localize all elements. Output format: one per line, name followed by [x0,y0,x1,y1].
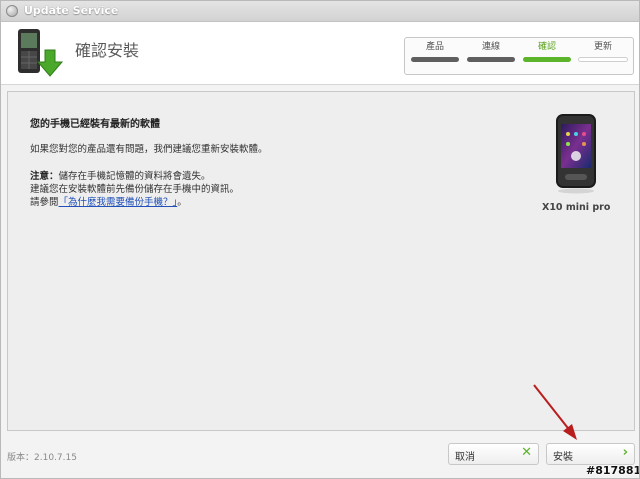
install-button-label: 安裝 [553,452,573,463]
version-label: 版本：2.10.7.15 [7,453,77,463]
step-update: 更新 [578,42,628,62]
device-image [556,114,596,194]
install-button[interactable]: 安裝 › [546,443,635,465]
step-label: 更新 [593,42,612,52]
step-bar [467,57,515,62]
step-confirm: 確認 [522,42,572,62]
cancel-button-label: 取消 [455,452,475,463]
step-bar [411,57,459,62]
close-x-icon: ✕ [521,445,532,460]
content-headline: 您的手機已經裝有最新的軟體 [30,119,160,130]
app-title: Update Service [24,4,119,17]
step-connect: 連線 [466,42,516,62]
backup-help-link[interactable]: 「為什麼我需要備份手機？」 [59,197,178,208]
device-name: X10 mini pro [542,202,611,213]
title-bar: Update Service [1,1,639,22]
step-bar [523,57,571,62]
header: 確認安裝 產品 連線 確認 更新 [1,22,639,85]
step-progress: 產品 連線 確認 更新 [404,37,634,75]
step-product: 產品 [410,42,460,62]
content-line-3: 建議您在安裝軟體前先備份儲存在手機中的資訊。 [30,184,240,195]
line4-prefix: 請參閱 [30,197,59,208]
sony-ericsson-logo-icon [6,5,18,17]
content-panel: 您的手機已經裝有最新的軟體 如果您對您的產品還有問題，我們建議您重新安裝軟體。 … [7,91,635,431]
step-label: 確認 [537,42,556,52]
chevron-right-icon: › [622,445,628,460]
content-line-1: 如果您對您的產品還有問題，我們建議您重新安裝軟體。 [30,144,268,155]
content-note: 注意：儲存在手機記憶體的資料將會遺失。 [30,168,211,182]
cancel-button[interactable]: 取消 ✕ [448,443,539,465]
line4-suffix: 。 [177,197,187,208]
phone-download-icon [18,29,64,77]
content-line-4: 請參閱「為什麼我需要備份手機？」。 [30,194,187,208]
update-service-window: Update Service 確認安裝 產品 連線 確認 更新 您的手機已經裝有… [0,0,640,479]
page-title: 確認安裝 [75,41,140,60]
step-label: 產品 [425,42,444,52]
watermark: #817881 [586,464,640,477]
step-label: 連線 [481,42,500,52]
step-bar [578,57,628,62]
